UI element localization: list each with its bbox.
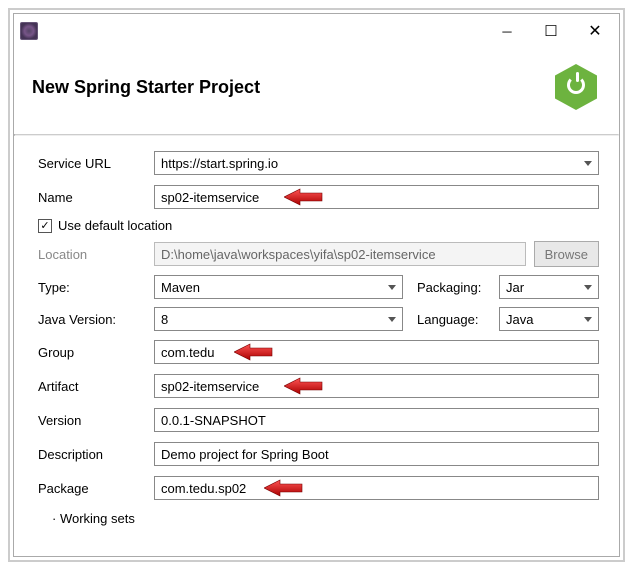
group-label: Group [38,345,146,360]
titlebar: ─ ☐ ✕ [14,14,619,48]
packaging-select[interactable]: Jar [499,275,599,299]
dialog-window: ─ ☐ ✕ New Spring Starter Project Service… [13,13,620,557]
spring-logo-icon [551,62,601,112]
working-sets-section: · Working sets [38,509,599,526]
package-label: Package [38,481,146,496]
close-button[interactable]: ✕ [573,16,617,46]
language-select[interactable]: Java [499,307,599,331]
location-label: Location [38,247,146,262]
language-label: Language: [411,312,491,327]
group-field[interactable]: com.tedu [154,340,599,364]
package-field[interactable]: com.tedu.sp02 [154,476,599,500]
service-url-field[interactable]: https://start.spring.io [154,151,599,175]
artifact-label: Artifact [38,379,146,394]
type-label: Type: [38,280,146,295]
version-label: Version [38,413,146,428]
dialog-header: New Spring Starter Project [14,48,619,134]
service-url-label: Service URL [38,156,146,171]
dialog-title: New Spring Starter Project [32,77,551,98]
java-version-select[interactable]: 8 [154,307,403,331]
version-field[interactable]: 0.0.1-SNAPSHOT [154,408,599,432]
name-field[interactable]: sp02-itemservice [154,185,599,209]
description-field[interactable]: Demo project for Spring Boot [154,442,599,466]
artifact-field[interactable]: sp02-itemservice [154,374,599,398]
minimize-button[interactable]: ─ [485,16,529,46]
java-version-label: Java Version: [38,312,146,327]
name-label: Name [38,190,146,205]
packaging-label: Packaging: [411,280,491,295]
eclipse-icon [20,22,38,40]
maximize-button[interactable]: ☐ [529,16,573,46]
browse-button: Browse [534,241,599,267]
form-area: Service URL https://start.spring.io Name… [14,136,619,526]
type-select[interactable]: Maven [154,275,403,299]
use-default-location-checkbox[interactable]: ✓ [38,219,52,233]
location-field: D:\home\java\workspaces\yifa\sp02-itemse… [154,242,526,266]
use-default-location-label: Use default location [58,218,172,233]
description-label: Description [38,447,146,462]
